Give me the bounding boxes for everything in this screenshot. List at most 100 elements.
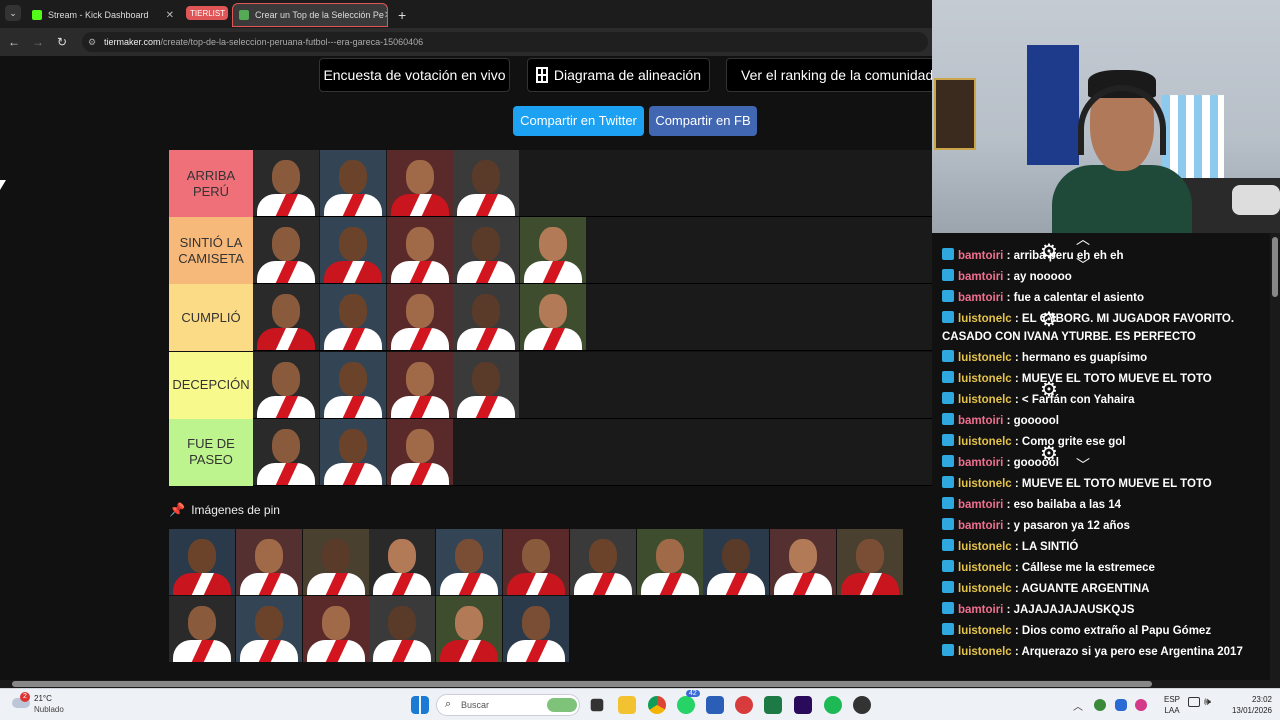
player-thumbnail[interactable] [253,351,319,418]
clock[interactable]: 23:02 13/01/2026 [1220,694,1272,716]
chat-username[interactable]: bamtoiri [958,292,1003,304]
tray-chevron-icon[interactable]: ︿ [1073,698,1083,713]
spotify-icon[interactable] [824,696,842,714]
player-thumbnail[interactable] [386,217,453,284]
player-thumbnail[interactable] [369,596,436,662]
tier-label[interactable]: CUMPLIÓ [169,284,253,352]
overlay-settings-gear-icon[interactable]: ⚙ [1040,307,1058,332]
player-thumbnail[interactable] [319,150,386,216]
player-thumbnail[interactable] [770,529,837,595]
task-view-icon[interactable] [590,698,604,712]
overlay-settings-gear-icon-2[interactable]: ⚙ [1040,377,1058,402]
network-icon[interactable] [1188,697,1200,707]
player-thumbnail[interactable] [386,418,453,485]
tab-tiermaker[interactable]: Crear un Top de la Selección Pe ✕ [232,3,388,27]
player-thumbnail[interactable] [253,217,319,284]
chat-username[interactable]: bamtoiri [958,415,1003,427]
chat-username[interactable]: luistonelc [958,625,1012,637]
player-thumbnail[interactable] [703,529,770,595]
chat-username[interactable]: bamtoiri [958,457,1003,469]
player-thumbnail[interactable] [386,351,453,418]
windows-start-icon[interactable] [411,696,429,714]
tier-label[interactable]: DECEPCIÓN [169,351,253,419]
tier-label[interactable]: SINTIÓ LA CAMISETA [169,217,253,285]
player-thumbnail[interactable] [169,596,235,662]
new-tab-button[interactable]: + [392,3,412,27]
weather-widget[interactable]: 2 21°C Nublado [12,692,92,718]
horizontal-scrollbar-thumb[interactable] [12,681,1152,687]
tier-label[interactable]: FUE DE PASEO [169,418,253,486]
chat-username[interactable]: luistonelc [958,436,1012,448]
community-ranking-button[interactable]: Ver el ranking de la comunidad [726,58,932,92]
vertical-scrollbar[interactable] [1270,233,1280,680]
speaker-icon[interactable]: 🕪 [1204,696,1211,709]
app-icon-red[interactable] [735,696,753,714]
player-thumbnail[interactable] [386,284,453,351]
player-thumbnail[interactable] [369,529,436,595]
chat-username[interactable]: luistonelc [958,394,1012,406]
file-explorer-icon[interactable] [618,696,636,714]
player-thumbnail[interactable] [503,596,569,662]
share-twitter-button[interactable]: Compartir en Twitter [513,106,644,136]
premiere-icon[interactable] [794,696,812,714]
tier-label[interactable]: ARRIBA PERÚ [169,150,253,217]
player-thumbnail[interactable] [253,150,319,216]
chat-collapse-up-icon[interactable]: ︿ [1076,233,1090,249]
vertical-scrollbar-thumb[interactable] [1272,237,1278,297]
chat-username[interactable]: luistonelc [958,562,1012,574]
back-arrow-icon[interactable]: ← [6,34,22,50]
chat-username[interactable]: bamtoiri [958,604,1003,616]
player-thumbnail[interactable] [235,529,302,595]
player-thumbnail[interactable] [319,217,386,284]
player-thumbnail[interactable] [436,596,503,662]
chat-username[interactable]: luistonelc [958,313,1012,325]
player-thumbnail[interactable] [503,529,569,595]
chat-username[interactable]: luistonelc [958,352,1012,364]
chat-username[interactable]: luistonelc [958,478,1012,490]
tab-kick-dashboard[interactable]: Stream - Kick Dashboard ✕ [26,3,180,27]
chat-username[interactable]: bamtoiri [958,250,1003,262]
player-thumbnail[interactable] [520,284,587,351]
taskbar-search-box[interactable]: ⌕ Buscar [436,694,580,716]
chat-username[interactable]: luistonelc [958,541,1012,553]
close-tab-icon[interactable]: ✕ [166,10,174,21]
chat-username[interactable]: luistonelc [958,646,1012,658]
tray-icon-1[interactable] [1094,699,1106,711]
player-thumbnail[interactable] [636,529,703,595]
player-thumbnail[interactable] [453,284,520,351]
obs-icon[interactable] [853,696,871,714]
word-icon[interactable] [706,696,724,714]
excel-icon[interactable] [764,696,782,714]
tab-search-icon[interactable]: ⌄ [5,5,21,21]
player-thumbnail[interactable] [569,529,636,595]
player-thumbnail[interactable] [319,418,386,485]
player-thumbnail[interactable] [453,217,520,284]
player-thumbnail[interactable] [169,529,235,595]
player-thumbnail[interactable] [436,529,503,595]
horizontal-scrollbar[interactable] [0,680,1280,688]
tab-group-tierlist[interactable]: TIERLIST [186,6,228,20]
player-thumbnail[interactable] [319,351,386,418]
player-thumbnail[interactable] [235,596,302,662]
player-thumbnail[interactable] [386,150,453,216]
chat-username[interactable]: bamtoiri [958,499,1003,511]
url-bar[interactable]: ⚙ tiermaker.com/create/top-de-la-seleccio… [82,32,928,52]
overlay-settings-gear-icon-3[interactable]: ⚙ [1040,441,1058,466]
player-thumbnail[interactable] [837,529,903,595]
live-poll-button[interactable]: Encuesta de votación en vivo [319,58,510,92]
reload-icon[interactable]: ↻ [54,34,70,50]
tray-icon-2[interactable] [1115,699,1127,711]
site-info-icon[interactable]: ⚙ [88,32,96,52]
chat-expand-down-icon[interactable]: ﹀ [1076,255,1090,275]
language-indicator[interactable]: ESP LAA [1160,694,1184,716]
player-thumbnail[interactable] [520,217,587,284]
chat-username[interactable]: bamtoiri [958,271,1003,283]
forward-arrow-icon[interactable]: → [30,34,46,50]
tray-icon-3[interactable] [1135,699,1147,711]
chat-settings-gear-icon[interactable]: ⚙ [1040,239,1058,264]
player-thumbnail[interactable] [253,284,319,351]
player-thumbnail[interactable] [302,529,369,595]
player-thumbnail[interactable] [319,284,386,351]
share-facebook-button[interactable]: Compartir en FB [649,106,757,136]
player-thumbnail[interactable] [453,351,520,418]
